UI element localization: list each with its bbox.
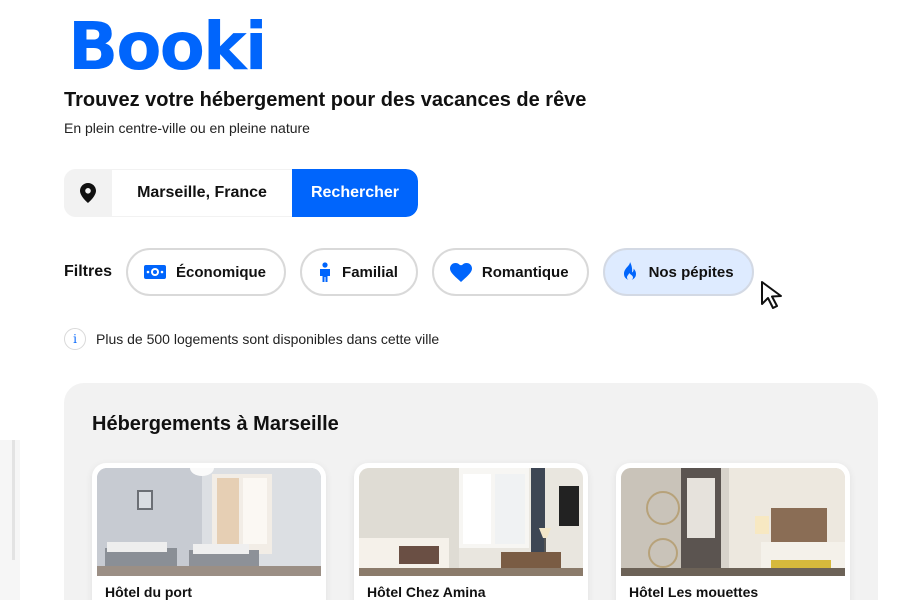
filter-chip-label: Économique	[176, 263, 267, 281]
listing-photo	[97, 468, 321, 576]
filter-chip-label: Romantique	[481, 263, 569, 281]
listing-photo	[359, 468, 583, 576]
filter-chip-familial[interactable]: Familial	[300, 248, 418, 296]
mouse-cursor-icon	[760, 280, 788, 315]
search-input[interactable]: Marseille, France	[112, 169, 292, 217]
location-pin-icon	[64, 169, 112, 217]
listing-photo	[621, 468, 845, 576]
listing-name: Hôtel Les mouettes	[629, 584, 759, 600]
hero-subtitle: En plein centre-ville ou en pleine natur…	[64, 120, 310, 136]
filters-label: Filtres	[64, 263, 113, 280]
flame-icon	[621, 262, 639, 282]
filter-chip-label: Familial	[342, 263, 398, 281]
person-icon	[318, 262, 332, 282]
logo-text: Booki	[68, 8, 268, 85]
filters-bar: Filtres Économique Familial Romantique N…	[64, 248, 768, 296]
listing-card[interactable]: Hôtel Les mouettes	[616, 463, 850, 600]
listing-card[interactable]: Hôtel du port	[92, 463, 326, 600]
filter-chip-romantique[interactable]: Romantique	[431, 248, 589, 296]
side-panel-divider	[12, 440, 15, 560]
availability-info: i Plus de 500 logements sont disponibles…	[64, 328, 439, 350]
listings-section: Hébergements à Marseille Hôtel du port H…	[64, 383, 878, 600]
filter-chip-economique[interactable]: Économique	[126, 248, 287, 296]
availability-text: Plus de 500 logements sont disponibles d…	[96, 331, 440, 347]
filter-chip-nos-pepites[interactable]: Nos pépites	[602, 248, 754, 296]
money-icon	[144, 264, 167, 280]
info-icon: i	[64, 328, 86, 350]
listing-card[interactable]: Hôtel Chez Amina	[354, 463, 588, 600]
listing-name: Hôtel du port	[105, 584, 193, 600]
search-button[interactable]: Rechercher	[292, 169, 418, 217]
heart-icon	[449, 262, 472, 282]
side-panel-edge	[0, 440, 20, 600]
hero-title: Trouvez votre hébergement pour des vacan…	[64, 89, 587, 111]
listings-title: Hébergements à Marseille	[92, 413, 339, 435]
filter-chip-label: Nos pépites	[648, 263, 734, 281]
search-bar: Marseille, France Rechercher	[64, 169, 418, 217]
listing-name: Hôtel Chez Amina	[367, 584, 486, 600]
brand-logo[interactable]: Booki	[68, 8, 268, 85]
